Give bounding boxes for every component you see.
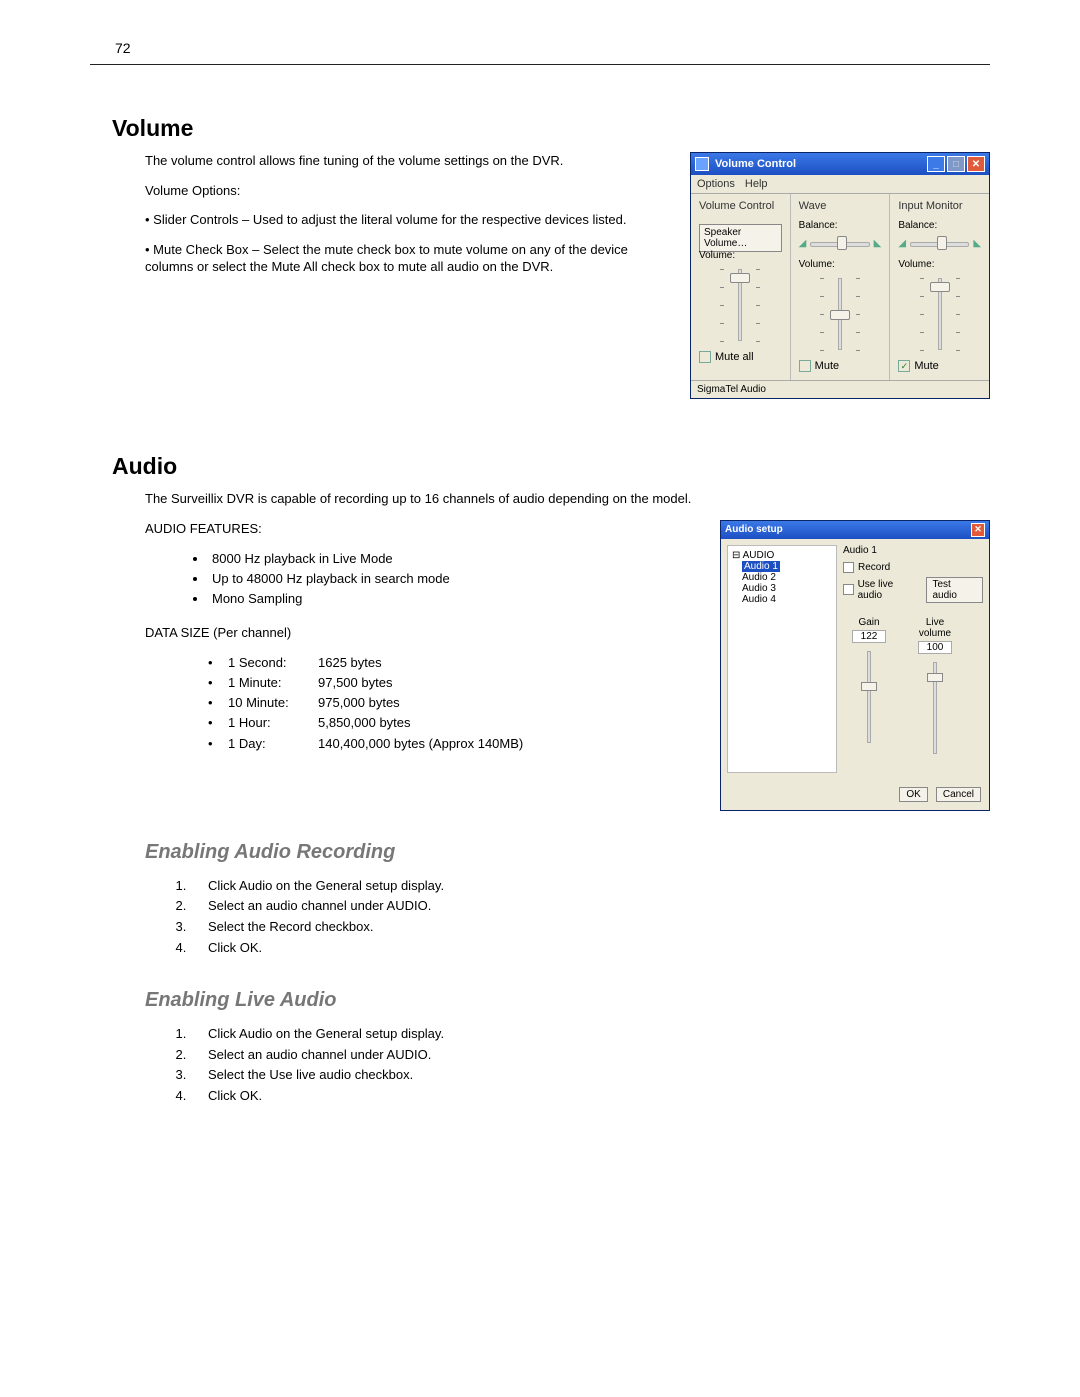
step: Select the Record checkbox.: [190, 917, 990, 938]
volume-label: Volume:: [898, 259, 981, 270]
record-label: Record: [858, 562, 890, 573]
mixer-col-title-wave: Wave: [799, 200, 882, 212]
mute-input-checkbox[interactable]: ✓: [898, 360, 910, 372]
speaker-right-icon: ◣: [874, 238, 882, 249]
close-button[interactable]: ✕: [971, 523, 985, 537]
enable-recording-heading: Enabling Audio Recording: [145, 841, 990, 864]
use-live-audio-label: Use live audio: [858, 579, 918, 601]
volume-control-window: Volume Control _ □ ✕ Options Help Volume…: [690, 152, 990, 399]
record-checkbox[interactable]: [843, 562, 854, 573]
mute-label: Mute: [914, 360, 938, 372]
mute-all-checkbox[interactable]: [699, 351, 711, 363]
speaker-volume-button[interactable]: Speaker Volume…: [699, 224, 782, 252]
page-number: 72: [90, 40, 131, 56]
volume-intro: The volume control allows fine tuning of…: [145, 152, 652, 170]
volume-options-label: Volume Options:: [145, 182, 652, 200]
mute-label: Mute: [815, 360, 839, 372]
tree-item-audio4[interactable]: Audio 4: [742, 594, 776, 605]
mixer-col-title-volume-control: Volume Control: [699, 200, 782, 212]
cancel-button[interactable]: Cancel: [936, 787, 981, 802]
gain-value: 122: [852, 630, 886, 643]
live-volume-label: Live volume: [909, 617, 961, 639]
audio-group-title: Audio 1: [843, 545, 983, 556]
audio-features-label: AUDIO FEATURES:: [145, 520, 682, 538]
mixer-col-title-input-monitor: Input Monitor: [898, 200, 981, 212]
balance-slider-input[interactable]: ◢ ◣: [898, 235, 981, 251]
menu-options[interactable]: Options: [697, 178, 735, 190]
volume-label: Volume:: [799, 259, 882, 270]
audio-feature: 8000 Hz playback in Live Mode: [208, 549, 702, 569]
volume-slider-input[interactable]: [910, 274, 970, 354]
tree-item-audio3[interactable]: Audio 3: [742, 583, 776, 594]
balance-label: Balance:: [898, 220, 981, 231]
window-titlebar[interactable]: Audio setup ✕: [721, 521, 989, 539]
maximize-button[interactable]: □: [947, 156, 965, 172]
window-title: Audio setup: [725, 524, 971, 535]
volume-option-2: • Mute Check Box – Select the mute check…: [145, 241, 652, 276]
tree-item-audio2[interactable]: Audio 2: [742, 572, 776, 583]
ok-button[interactable]: OK: [899, 787, 927, 802]
live-volume-value: 100: [918, 641, 952, 654]
gain-slider[interactable]: [856, 647, 882, 747]
mute-wave-checkbox[interactable]: [799, 360, 811, 372]
volume-slider-main[interactable]: [710, 265, 770, 345]
audio-feature: Up to 48000 Hz playback in search mode: [208, 569, 702, 589]
step: Click Audio on the General setup display…: [190, 1024, 990, 1045]
balance-label: Balance:: [799, 220, 882, 231]
data-size-table: •1 Second:1625 bytes •1 Minute:97,500 by…: [208, 653, 702, 754]
step: Select the Use live audio checkbox.: [190, 1065, 990, 1086]
minimize-button[interactable]: _: [927, 156, 945, 172]
window-title: Volume Control: [715, 158, 927, 170]
audio-heading: Audio: [112, 453, 990, 480]
step: Select an audio channel under AUDIO.: [190, 896, 990, 917]
window-titlebar[interactable]: Volume Control _ □ ✕: [691, 153, 989, 175]
audio-setup-window: Audio setup ✕ ⊟ AUDIO Audio 1 Audio 2 Au…: [720, 520, 990, 811]
step: Select an audio channel under AUDIO.: [190, 1045, 990, 1066]
speaker-right-icon: ◣: [973, 238, 981, 249]
speaker-left-icon: ◢: [799, 238, 807, 249]
balance-slider-wave[interactable]: ◢ ◣: [799, 235, 882, 251]
gain-label: Gain: [843, 617, 895, 628]
test-audio-button[interactable]: Test audio: [926, 577, 984, 603]
live-volume-slider[interactable]: [922, 658, 948, 758]
use-live-audio-checkbox[interactable]: [843, 584, 854, 595]
step: Click OK.: [190, 938, 990, 959]
app-icon: [695, 157, 709, 171]
tree-item-audio1[interactable]: Audio 1: [742, 561, 780, 572]
status-bar: SigmaTel Audio: [691, 380, 989, 398]
enable-live-heading: Enabling Live Audio: [145, 989, 990, 1012]
volume-heading: Volume: [112, 115, 990, 142]
step: Click Audio on the General setup display…: [190, 876, 990, 897]
volume-slider-wave[interactable]: [810, 274, 870, 354]
step: Click OK.: [190, 1086, 990, 1107]
mute-all-label: Mute all: [715, 351, 754, 363]
speaker-left-icon: ◢: [898, 238, 906, 249]
audio-feature: Mono Sampling: [208, 589, 702, 609]
page-header: 72: [90, 40, 990, 65]
volume-option-1: • Slider Controls – Used to adjust the l…: [145, 211, 652, 229]
audio-channel-tree[interactable]: ⊟ AUDIO Audio 1 Audio 2 Audio 3 Audio 4: [727, 545, 837, 773]
audio-intro: The Surveillix DVR is capable of recordi…: [145, 490, 970, 508]
close-button[interactable]: ✕: [967, 156, 985, 172]
menu-help[interactable]: Help: [745, 178, 768, 190]
data-size-label: DATA SIZE (Per channel): [145, 624, 682, 642]
